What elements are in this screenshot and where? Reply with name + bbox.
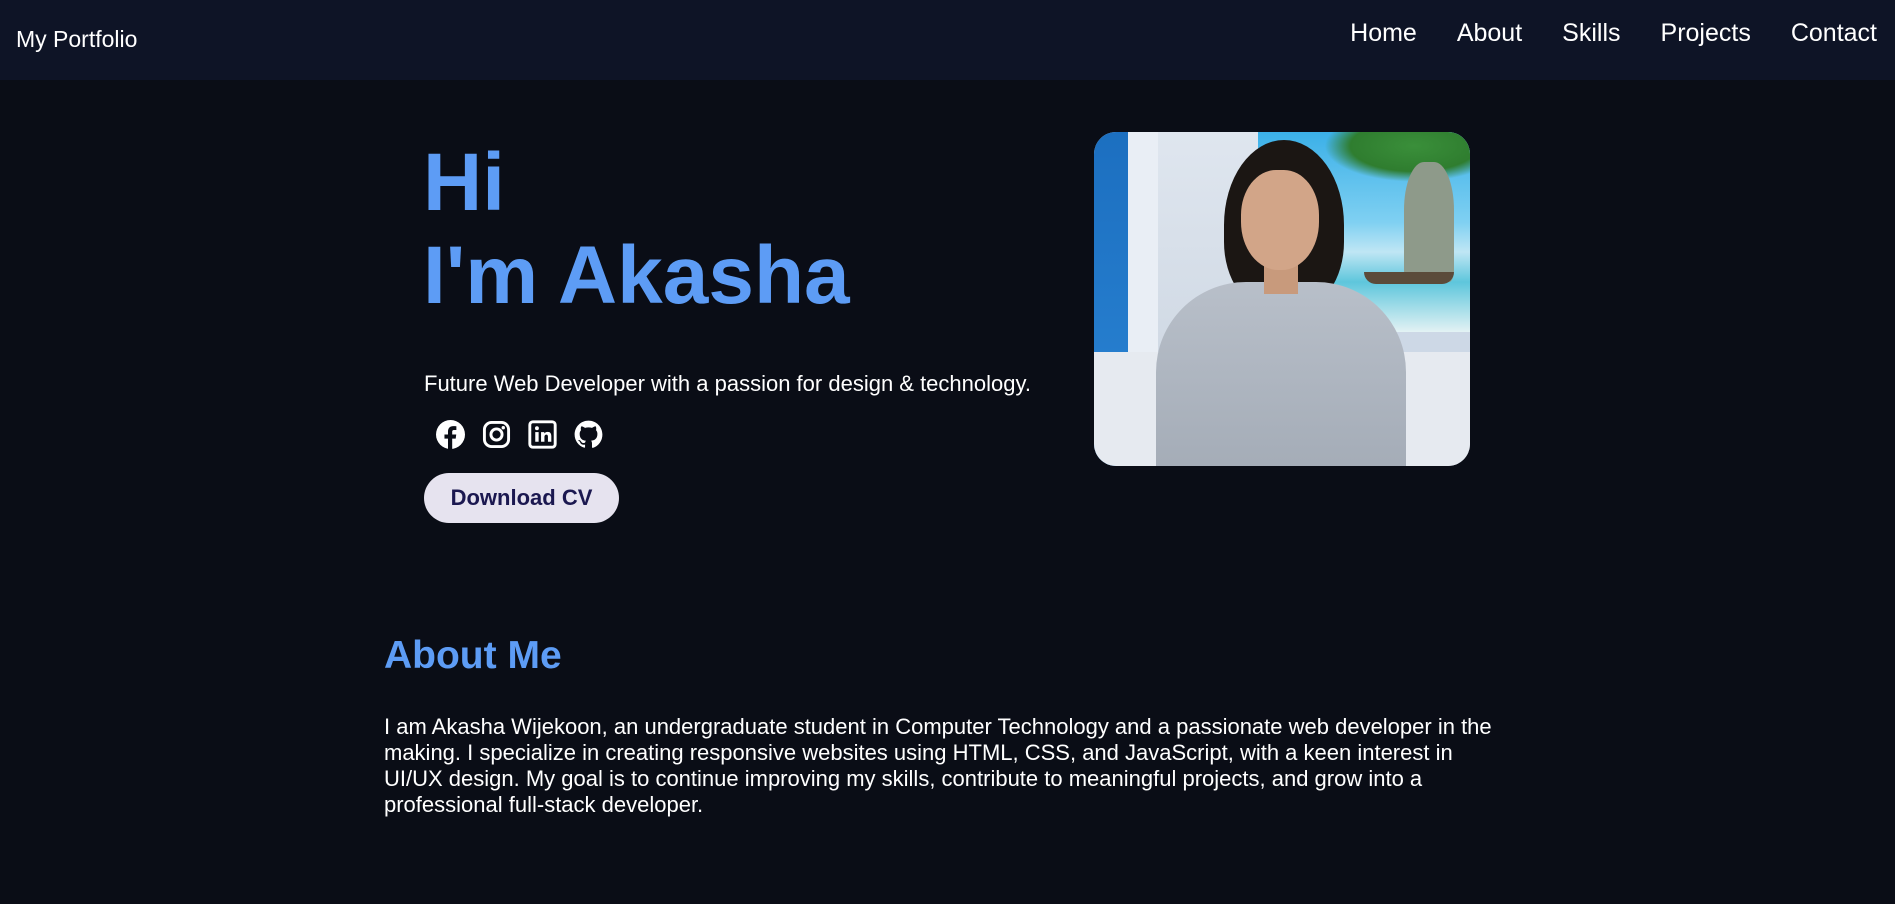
social-links <box>436 420 603 449</box>
nav-link-home[interactable]: Home <box>1350 19 1417 48</box>
facebook-icon[interactable] <box>436 420 465 449</box>
nav-link-skills[interactable]: Skills <box>1562 19 1620 48</box>
hero-greeting: Hi <box>423 137 505 228</box>
nav-link-projects[interactable]: Projects <box>1661 19 1751 48</box>
linkedin-icon[interactable] <box>528 420 557 449</box>
hero-title: Hi I'm Akasha <box>423 136 850 322</box>
nav-link-about[interactable]: About <box>1457 19 1522 48</box>
download-cv-button[interactable]: Download CV <box>424 473 619 523</box>
instagram-icon[interactable] <box>482 420 511 449</box>
hero-name: I'm Akasha <box>423 230 850 321</box>
nav-link-contact[interactable]: Contact <box>1791 19 1877 48</box>
navbar: My Portfolio Home About Skills Projects … <box>0 0 1895 80</box>
brand-logo[interactable]: My Portfolio <box>16 26 137 53</box>
about-title: About Me <box>384 634 562 677</box>
hero-subtitle: Future Web Developer with a passion for … <box>424 371 1031 396</box>
github-icon[interactable] <box>574 420 603 449</box>
about-text: I am Akasha Wijekoon, an undergraduate s… <box>384 714 1492 817</box>
profile-photo <box>1094 132 1470 466</box>
nav-links: Home About Skills Projects Contact <box>1350 19 1877 48</box>
